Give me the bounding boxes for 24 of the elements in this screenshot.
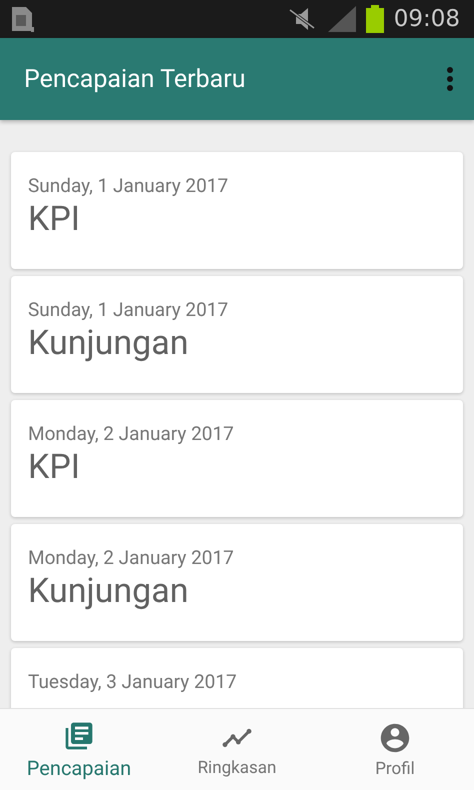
status-time: 09:08 xyxy=(394,6,460,32)
entry-date: Monday, 2 January 2017 xyxy=(28,422,234,445)
achievement-card[interactable]: Sunday, 1 January 2017 KPI xyxy=(11,152,463,269)
entry-date: Monday, 2 January 2017 xyxy=(28,546,234,569)
entry-date: Tuesday, 3 January 2017 xyxy=(28,670,237,693)
achievement-card[interactable]: Sunday, 1 January 2017 Kunjungan xyxy=(11,276,463,393)
nav-tab[interactable]: Ringkasan xyxy=(158,709,316,790)
entry-title: KPI xyxy=(28,199,80,239)
articles-icon xyxy=(63,720,95,752)
entry-title: Kunjungan xyxy=(28,323,188,363)
battery-icon xyxy=(366,5,384,33)
nav-tab[interactable]: Pencapaian xyxy=(0,709,158,790)
sim-card-icon xyxy=(10,5,36,33)
achievement-card[interactable]: Monday, 2 January 2017 KPI xyxy=(11,400,463,517)
entry-date: Sunday, 1 January 2017 xyxy=(28,298,228,321)
signal-icon xyxy=(328,6,356,32)
entry-title: KPI xyxy=(28,447,80,487)
achievement-card[interactable]: Tuesday, 3 January 2017 xyxy=(11,648,463,708)
entry-title: Kunjungan xyxy=(28,571,188,611)
achievement-card[interactable]: Monday, 2 January 2017 Kunjungan xyxy=(11,524,463,641)
more-menu-icon[interactable] xyxy=(446,66,454,92)
entry-date: Sunday, 1 January 2017 xyxy=(28,174,228,197)
app-bar-title: Pencapaian Terbaru xyxy=(24,64,246,94)
nav-tab[interactable]: Profil xyxy=(316,709,474,790)
